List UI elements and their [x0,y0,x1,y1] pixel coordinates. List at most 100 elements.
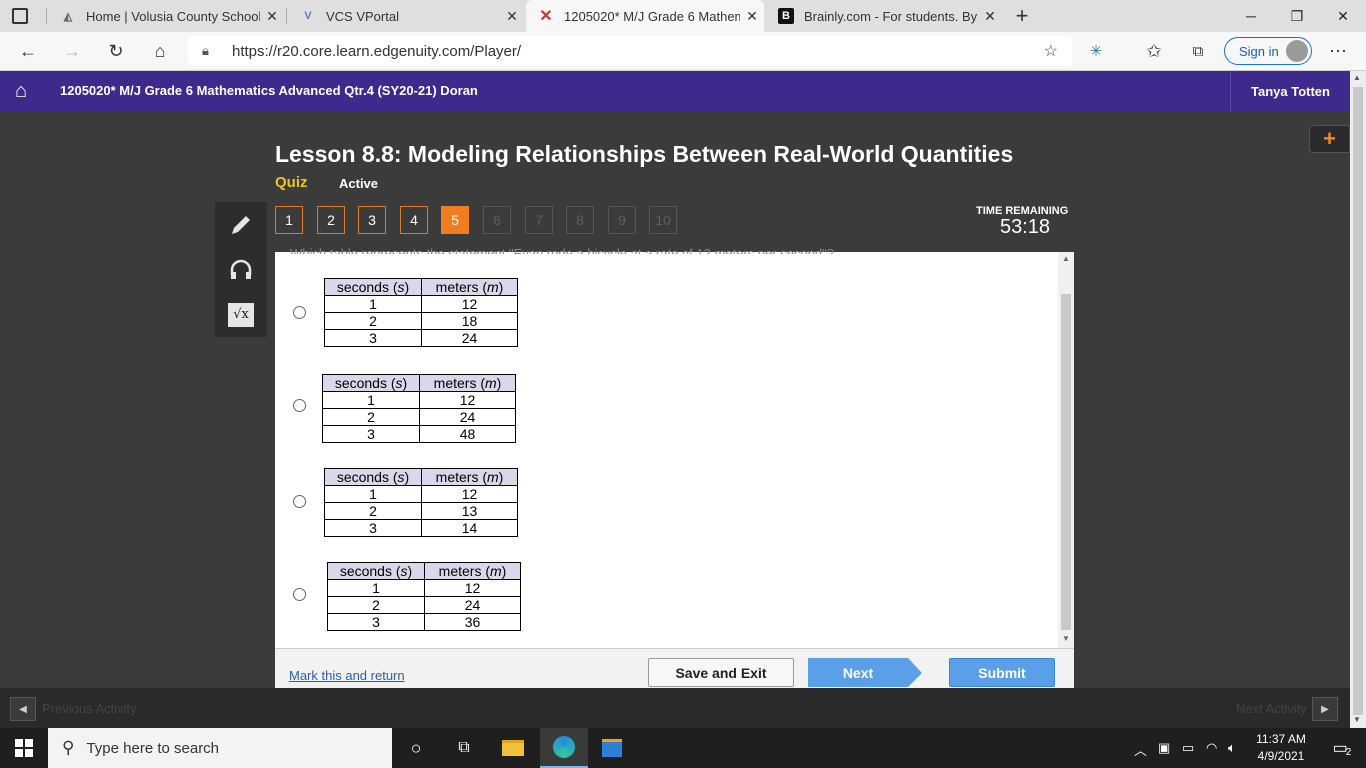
system-clock[interactable]: 11:37 AM 4/9/2021 [1248,731,1314,765]
table-row: 1 12 [322,391,516,409]
extension-icon[interactable]: ✳ [1080,36,1112,66]
close-tab-icon[interactable]: ✕ [260,8,284,25]
new-tab-icon[interactable]: + [1010,4,1034,28]
close-tab-icon[interactable]: ✕ [740,8,764,25]
page-scrollbar[interactable]: ▲ ▼ [1350,71,1366,728]
question-panel: Which table represents the statement "Ev… [275,246,1074,648]
answer-table-c: seconds (s) meters (m) 1 12 2 13 3 14 [324,468,518,537]
wifi-icon[interactable]: ◠ [1206,740,1217,756]
task-view-icon[interactable]: ⧉ [440,728,488,768]
tab-title: Home | Volusia County Schools [86,8,260,24]
store-icon[interactable] [588,728,636,768]
home-icon[interactable]: ⌂ [144,36,176,66]
time-remaining-value: 53:18 [1000,216,1051,238]
tab-brainly[interactable]: B Brainly.com - For students. By stu ✕ [766,0,1002,32]
vportal-icon: V [304,10,312,22]
taskbar-search[interactable]: ⚲ Type here to search [48,728,392,768]
course-home-icon[interactable]: ⌂ [0,71,42,111]
favorites-icon[interactable]: ✩ [1138,36,1170,66]
collections-icon[interactable]: ⧉ [1182,36,1214,66]
notification-count: 2 [1345,746,1352,758]
search-placeholder: Type here to search [86,739,220,757]
brainly-icon: B [778,8,794,24]
lock-icon[interactable]: 🔒︎ [202,43,209,59]
show-hidden-icons-icon[interactable]: ︿ [1134,740,1147,759]
clock-date: 4/9/2021 [1257,749,1305,763]
next-button[interactable]: Next [808,658,908,687]
answer-table-b: seconds (s) meters (m) 1 12 2 24 3 48 [322,374,516,443]
answer-radio-c[interactable] [293,495,306,508]
next-arrow-icon[interactable] [908,658,922,687]
close-window-icon[interactable]: ✕ [1320,0,1366,32]
question-text: Which table represents the statement "Ev… [290,246,834,254]
file-explorer-icon[interactable] [489,728,537,768]
answer-radio-b[interactable] [293,399,306,412]
answer-radio-d[interactable] [293,588,306,601]
question-button-1[interactable]: 1 [275,206,303,234]
notification-center-icon[interactable]: ▭ 2 [1318,728,1366,768]
back-icon[interactable]: ← [12,36,44,66]
refresh-icon[interactable]: ↻ [100,36,132,66]
table-row: 3 36 [327,613,521,631]
panel-scrollbar[interactable]: ▲ ▼ [1058,252,1074,648]
meters-header: meters (m) [424,562,521,580]
address-bar: ← → ↻ ⌂ 🔒︎ https://r20.core.learn.edgenu… [0,32,1366,71]
tab-volusia-home[interactable]: ◭ Home | Volusia County Schools ✕ [48,0,284,32]
favorite-star-icon[interactable]: ☆ [1044,41,1058,61]
tab-title: Brainly.com - For students. By stu [804,8,978,24]
url-text: https://r20.core.learn.edgenuity.com/Pla… [232,42,522,60]
mark-and-return-link[interactable]: Mark this and return [289,668,405,683]
volume-icon[interactable]: 🔈︎ [1228,740,1236,756]
question-button-10: 10 [649,206,677,234]
square-root-icon: √x [228,302,254,327]
battery-icon[interactable]: ▭ [1182,740,1194,756]
tab-title: VCS VPortal [326,8,399,24]
seconds-header: seconds (s) [324,468,422,486]
minimize-icon[interactable]: ─ [1228,0,1274,32]
tab-edgenuity[interactable]: ✕ 1205020* M/J Grade 6 Mathema ✕ [526,0,764,32]
math-tool[interactable]: √x [215,292,267,337]
table-row: 2 24 [322,408,516,426]
previous-activity-label: Previous Activity [42,701,137,716]
restore-icon[interactable]: ❐ [1274,0,1320,32]
meet-now-icon[interactable]: ▣ [1158,740,1170,756]
audio-tool[interactable] [215,247,267,292]
vcs-home-icon: ◭ [63,10,73,23]
course-title: 1205020* M/J Grade 6 Mathematics Advance… [60,83,478,98]
sign-in-button[interactable]: Sign in [1224,37,1312,65]
forward-icon[interactable]: → [56,36,88,66]
start-button[interactable] [0,728,48,768]
save-and-exit-button[interactable]: Save and Exit [648,658,794,687]
lesson-title: Lesson 8.8: Modeling Relationships Betwe… [275,141,1014,167]
question-footer: Mark this and return Save and Exit Next … [275,648,1074,688]
url-field[interactable]: 🔒︎ https://r20.core.learn.edgenuity.com/… [188,36,1072,66]
tab-vportal[interactable]: V VCS VPortal ✕ [288,0,524,32]
question-button-3[interactable]: 3 [358,206,386,234]
activity-status: Active [339,176,379,191]
submit-button[interactable]: Submit [949,658,1055,687]
question-button-2[interactable]: 2 [317,206,345,234]
search-icon: ⚲ [62,738,75,757]
course-header: ⌂ 1205020* M/J Grade 6 Mathematics Advan… [0,71,1350,111]
plus-icon[interactable]: + [1309,125,1350,153]
close-tab-icon[interactable]: ✕ [500,8,524,25]
question-button-4[interactable]: 4 [400,206,428,234]
more-menu-icon[interactable]: ⋯ [1322,36,1354,66]
meters-header: meters (m) [419,374,516,392]
edge-browser-icon[interactable] [540,728,588,768]
pencil-tool[interactable] [215,202,267,247]
table-row: 3 24 [324,329,518,347]
tab-actions-icon[interactable] [12,8,28,24]
user-name[interactable]: Tanya Totten [1230,71,1350,111]
pencil-icon [232,215,250,234]
answer-radio-a[interactable] [293,306,306,319]
cortana-icon[interactable]: ○ [392,728,440,768]
table-row: 1 12 [324,295,518,313]
close-tab-icon[interactable]: ✕ [978,8,1002,25]
question-button-9: 9 [608,206,636,234]
next-activity-button[interactable]: ▶ [1312,697,1338,721]
previous-activity-button[interactable]: ◀ [10,697,36,721]
activity-type: Quiz [275,174,308,191]
edgenuity-icon: ✕ [539,8,553,25]
question-button-5[interactable]: 5 [441,206,469,234]
